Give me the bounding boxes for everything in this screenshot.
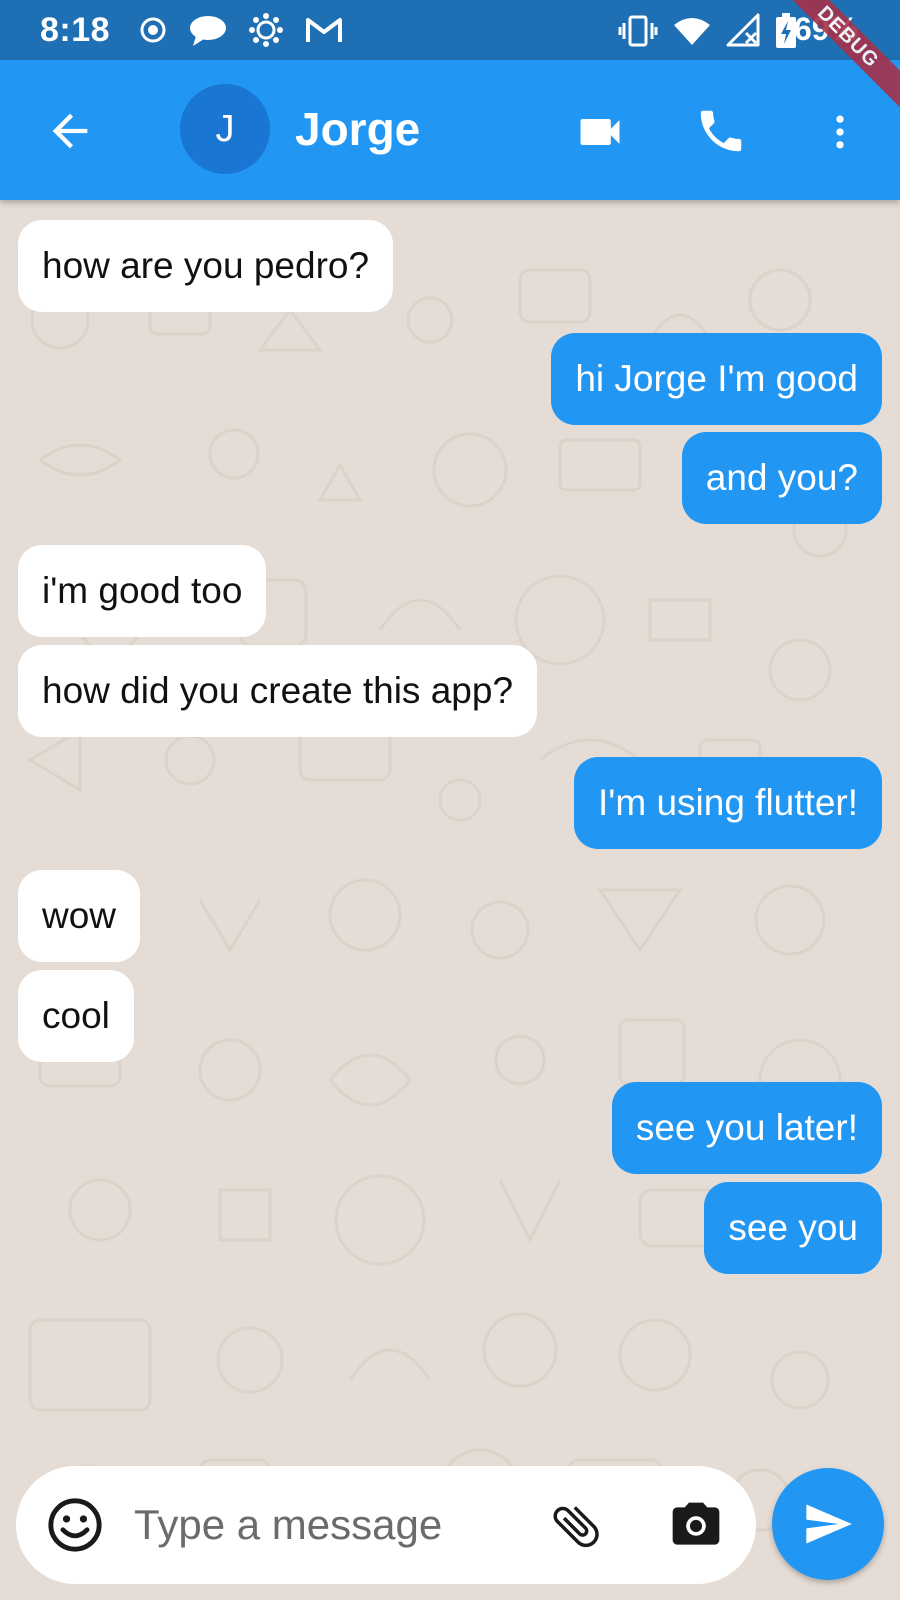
signal-icon	[726, 13, 760, 47]
status-system-icons	[618, 12, 798, 50]
camera-icon[interactable]	[668, 1498, 724, 1554]
message-composer	[16, 1466, 756, 1584]
chat-area[interactable]: how are you pedro? hi Jorge I'm good and…	[0, 200, 900, 1600]
message-bubble-outgoing[interactable]: and you?	[681, 432, 882, 524]
phone-icon[interactable]	[694, 104, 748, 158]
status-notification-icons	[138, 12, 344, 48]
contact-name[interactable]: Jorge	[295, 102, 420, 156]
message-bubble-outgoing[interactable]: I'm using flutter!	[574, 757, 882, 849]
message-bubble-incoming[interactable]: cool	[18, 970, 134, 1062]
more-vert-icon[interactable]	[818, 106, 862, 158]
vibrate-icon	[618, 15, 658, 47]
message-bubble-outgoing[interactable]: hi Jorge I'm good	[551, 333, 882, 425]
app-bar: J Jorge	[0, 60, 900, 200]
message-bubble-incoming[interactable]: how are you pedro?	[18, 220, 394, 312]
status-time: 8:18	[40, 11, 111, 49]
message-bubble-incoming[interactable]: how did you create this app?	[18, 645, 538, 737]
message-bubble-outgoing[interactable]: see you later!	[611, 1082, 882, 1174]
back-arrow-icon[interactable]	[44, 105, 96, 157]
videocam-icon[interactable]	[574, 106, 626, 158]
wifi-icon	[674, 18, 710, 45]
message-bubble-outgoing[interactable]: see you	[704, 1182, 882, 1274]
record-icon	[140, 17, 166, 43]
avatar-letter: J	[215, 107, 235, 150]
message-input[interactable]	[134, 1494, 534, 1556]
message-bubble-incoming[interactable]: wow	[18, 870, 141, 962]
send-icon	[806, 1504, 852, 1544]
message-bubble-incoming[interactable]: i'm good too	[18, 545, 267, 637]
emoji-icon[interactable]	[46, 1496, 104, 1554]
send-button[interactable]	[772, 1468, 884, 1580]
chat-icon	[190, 16, 226, 46]
avatar[interactable]: J	[180, 84, 270, 174]
canvas-icon	[249, 13, 283, 47]
status-bar: 8:18	[0, 0, 900, 60]
attach-icon[interactable]	[548, 1498, 604, 1554]
gmail-icon	[306, 18, 342, 42]
